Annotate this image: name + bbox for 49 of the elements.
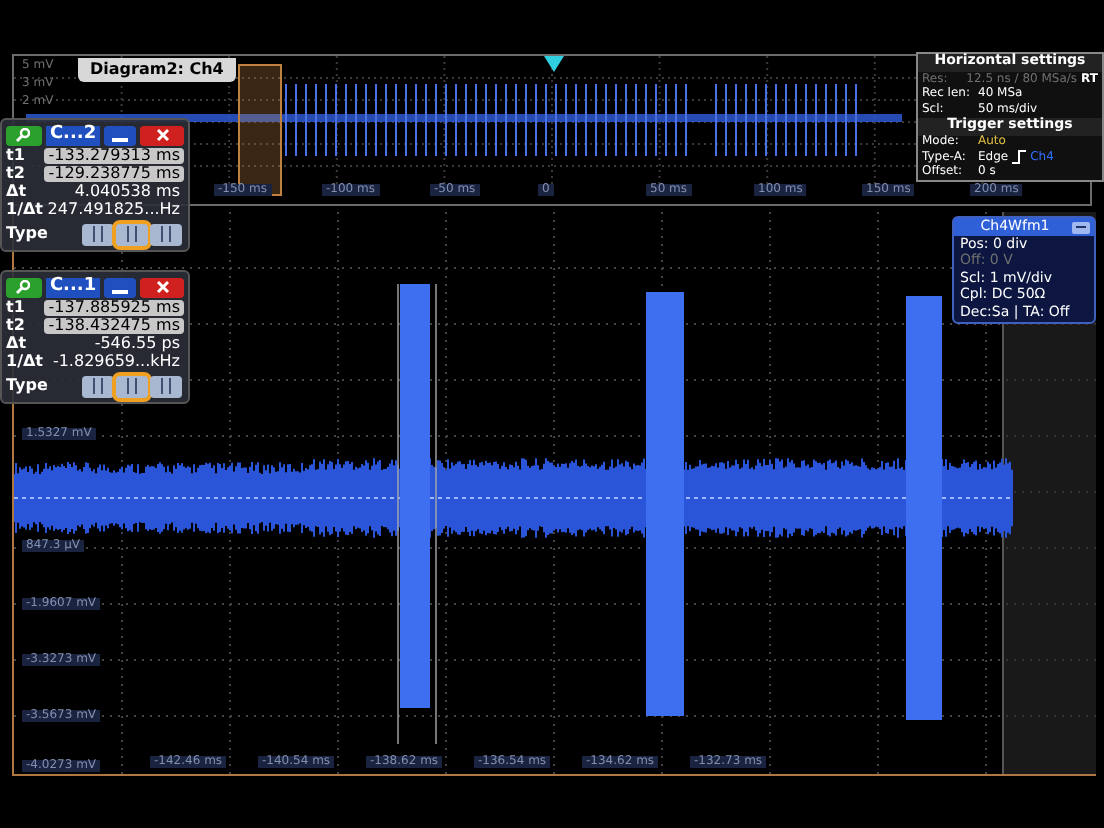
cursor-type-button[interactable] [116,223,148,245]
cursor-lines-icon [158,226,174,242]
measurement-field[interactable]: -138.432475 ms [44,318,184,334]
measurement-value: -546.55 ps [92,336,182,352]
measurement-label: Δt [6,184,29,200]
measurement-value: 247.491825...Hz [45,202,182,218]
measurement-label: Δt [6,336,29,352]
minimize-button[interactable] [104,125,137,145]
minimize-button[interactable] [1072,221,1090,233]
cursor-type-button[interactable] [150,223,182,245]
measurement-label: t1 [6,300,27,316]
close-icon [155,128,170,142]
search-button[interactable] [6,125,42,145]
measurement-field[interactable]: -133.279313 ms [44,148,184,164]
cursor-lines-icon [158,378,174,394]
measurement-label: t2 [6,318,27,334]
cursor-lines-icon [124,378,140,394]
type-label: Type [6,226,50,242]
cursor-type-button[interactable] [82,375,114,397]
measurement-label: 1/Δt [6,354,46,370]
cursor-lines-icon [90,226,106,242]
trigger-marker-icon [544,56,564,72]
measurement-label: t1 [6,148,27,164]
close-button[interactable] [140,125,184,145]
measurement-field[interactable]: -129.238775 ms [44,166,184,182]
measurement-value: -1.829659...kHz [50,354,182,370]
close-icon [155,280,170,294]
minimize-icon [112,137,129,141]
diagram-tab[interactable]: Diagram2: Ch4 [78,58,236,82]
measurement-value: 4.040538 ms [72,184,182,200]
minimize-icon [1076,226,1086,228]
type-label: Type [6,378,50,394]
close-button[interactable] [140,277,184,297]
cursor-type-button[interactable] [150,375,182,397]
measurement-label: t2 [6,166,27,182]
search-icon [16,280,31,294]
cursor-panel-title: C...2 [45,125,101,145]
minimize-button[interactable] [104,277,137,297]
cursor-type-button[interactable] [116,375,148,397]
cursor-type-button[interactable] [82,223,114,245]
rising-edge-icon [1012,150,1027,165]
measurement-label: 1/Δt [6,202,44,218]
measurement-field[interactable]: -137.885925 ms [44,300,184,316]
search-button[interactable] [6,277,42,297]
minimize-icon [112,289,129,293]
search-icon [16,128,31,142]
cursor-panel-title: C...1 [45,277,101,297]
cursor-lines-icon [90,378,106,394]
cursor-lines-icon [124,226,140,242]
